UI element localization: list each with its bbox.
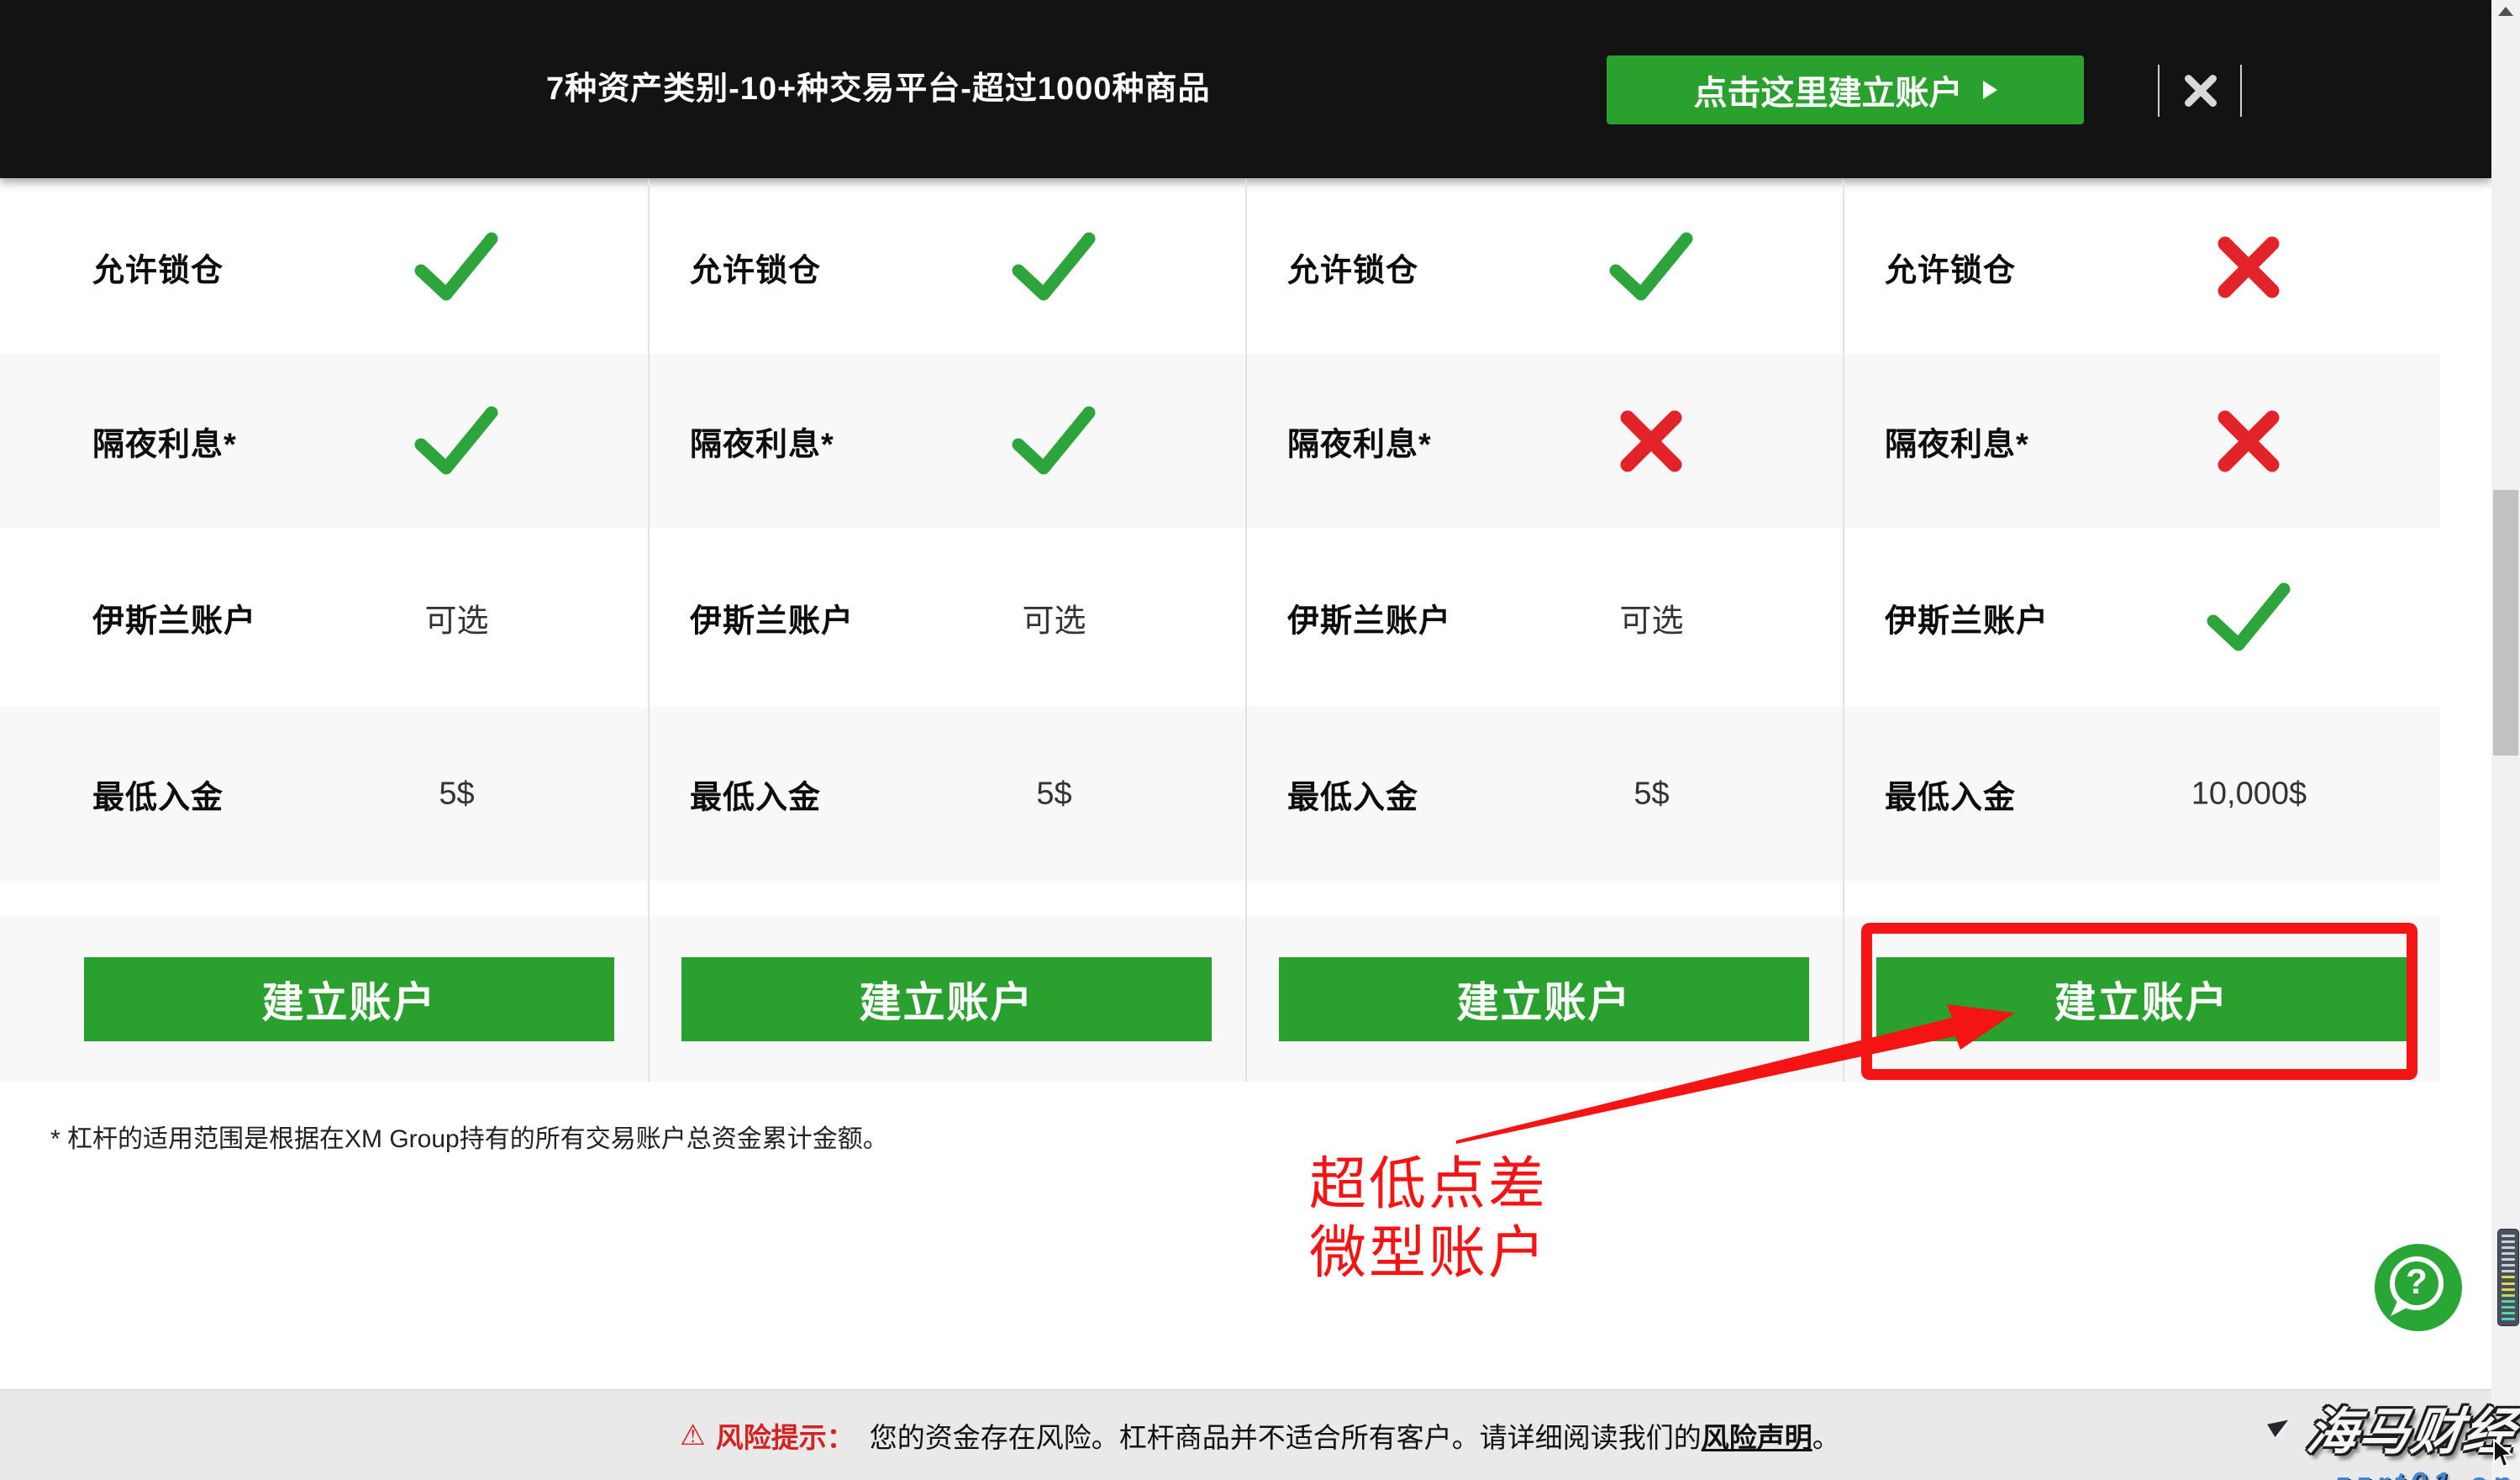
cta-label: 点击这里建立账户 xyxy=(1693,75,1963,112)
annotation-line: 超低点差 xyxy=(1309,1152,1549,1216)
row-label: 伊斯兰账户 xyxy=(92,603,257,639)
check-icon xyxy=(413,404,500,478)
scrollbar-up-arrow[interactable] xyxy=(2498,7,2513,16)
row-label: 允许锁仓 xyxy=(1885,253,2017,288)
row-label: 允许锁仓 xyxy=(690,253,822,288)
marker-line xyxy=(2502,1299,2515,1303)
row-label: 伊斯兰账户 xyxy=(1885,603,2049,639)
marker-line xyxy=(2502,1258,2515,1261)
cell-value: 可选 xyxy=(1022,603,1086,639)
row-label: 隔夜利息* xyxy=(1287,427,1432,462)
table-row: 隔夜利息* xyxy=(50,354,648,528)
table-row: 隔夜利息* xyxy=(648,354,1245,528)
table-row: 允许锁仓 xyxy=(50,180,648,354)
cross-icon xyxy=(2213,232,2284,303)
marker-line xyxy=(2502,1311,2515,1314)
risk-warning-bar: ⚠ 风险提示： 您的资金存在风险。杠杆商品并不适合所有客户。请详细阅读我们的 风… xyxy=(0,1389,2520,1480)
cell-value: 5$ xyxy=(1634,776,1670,811)
row-label: 最低入金 xyxy=(1287,780,1419,815)
row-label: 隔夜利息* xyxy=(1885,427,2029,462)
cross-icon xyxy=(1616,406,1686,477)
row-label: 最低入金 xyxy=(1885,780,2017,815)
account-column-3: 允许锁仓 隔夜利息* 伊斯兰账户 可选 最低入金 5$ 建立账户 xyxy=(1245,180,1843,1082)
topbar-divider xyxy=(2240,65,2242,117)
table-row: 伊斯兰账户 可选 xyxy=(50,528,648,707)
risk-warning-text: 您的资金存在风险。杠杆商品并不适合所有客户。请详细阅读我们的 xyxy=(869,1421,1702,1453)
leverage-footnote: * 杠杆的适用范围是根据在XM Group持有的所有交易账户总资金累计金额。 xyxy=(50,1125,888,1153)
table-row: 伊斯兰账户 可选 xyxy=(648,528,1245,707)
marker-line xyxy=(2502,1305,2515,1309)
table-row: 伊斯兰账户 可选 xyxy=(1245,528,1843,707)
marker-line xyxy=(2502,1270,2515,1273)
row-label: 最低入金 xyxy=(690,780,822,815)
row-label: 允许锁仓 xyxy=(1287,253,1419,288)
table-row: 隔夜利息* xyxy=(1843,354,2440,528)
cell-value: 可选 xyxy=(424,603,489,639)
create-account-button-3[interactable]: 建立账户 xyxy=(1279,957,1809,1041)
table-row: 允许锁仓 xyxy=(648,180,1245,354)
cell-value: 5$ xyxy=(1036,776,1072,811)
marker-line xyxy=(2502,1240,2515,1244)
table-row: 隔夜利息* xyxy=(1245,354,1843,528)
annotation-line: 微型账户 xyxy=(1309,1221,1549,1285)
create-account-button-4[interactable]: 建立账户 xyxy=(1876,957,2407,1041)
marker-line xyxy=(2502,1235,2515,1237)
marker-line xyxy=(2502,1317,2515,1320)
check-icon xyxy=(1010,230,1097,304)
close-button[interactable] xyxy=(2178,68,2223,113)
svg-text:?: ? xyxy=(2406,1261,2428,1301)
check-icon xyxy=(1607,230,1695,304)
risk-warning-label: 风险提示： xyxy=(715,1421,855,1453)
promo-topbar: 7种资产类别-10+种交易平台-超过1000种商品 点击这里建立账户 xyxy=(0,0,2491,178)
warning-triangle-icon: ⚠ xyxy=(680,1419,706,1451)
marker-line xyxy=(2502,1264,2515,1267)
cross-icon xyxy=(2213,406,2284,477)
marker-line xyxy=(2502,1252,2515,1256)
row-label: 隔夜利息* xyxy=(690,427,834,462)
cell-value: 5$ xyxy=(439,776,475,811)
marker-line xyxy=(2502,1293,2515,1297)
table-row: 最低入金 5$ xyxy=(1245,707,1843,881)
page: 7种资产类别-10+种交易平台-超过1000种商品 点击这里建立账户 允许锁仓 … xyxy=(0,0,2520,1480)
account-column-1: 允许锁仓 隔夜利息* 伊斯兰账户 可选 最低入金 5$ 建立账户 xyxy=(50,180,648,1082)
cell-value: 10,000$ xyxy=(2191,776,2307,811)
create-account-button-1[interactable]: 建立账户 xyxy=(84,957,614,1041)
scrollbar-thumb[interactable] xyxy=(2493,490,2518,756)
row-label: 伊斯兰账户 xyxy=(1287,603,1452,639)
question-bubble-icon: ? xyxy=(2375,1244,2462,1331)
marker-line xyxy=(2502,1288,2515,1291)
row-label: 伊斯兰账户 xyxy=(690,603,855,639)
table-row: 最低入金 10,000$ xyxy=(1843,707,2440,881)
promo-headline: 7种资产类别-10+种交易平台-超过1000种商品 xyxy=(546,71,1211,107)
marker-line xyxy=(2502,1282,2515,1285)
table-row: 允许锁仓 xyxy=(1245,180,1843,354)
account-column-4: 允许锁仓 隔夜利息* 伊斯兰账户 最低入金 10,000$ 建立账户 xyxy=(1843,180,2440,1082)
play-arrow-icon xyxy=(1982,81,1997,99)
cell-value: 可选 xyxy=(1619,603,1684,639)
scroll-marker-widget xyxy=(2497,1229,2519,1326)
table-row: 最低入金 5$ xyxy=(50,707,648,881)
help-chat-button[interactable]: ? xyxy=(2375,1244,2462,1331)
check-icon xyxy=(2205,581,2292,655)
topbar-divider xyxy=(2158,65,2160,117)
check-icon xyxy=(413,230,500,304)
annotation-text: 超低点差 微型账户 xyxy=(1309,1150,1548,1288)
table-row: 最低入金 5$ xyxy=(648,707,1245,881)
row-label: 隔夜利息* xyxy=(92,427,237,462)
create-account-button-2[interactable]: 建立账户 xyxy=(681,957,1212,1041)
table-row: 伊斯兰账户 xyxy=(1843,528,2440,707)
row-label: 允许锁仓 xyxy=(92,253,224,288)
table-row: 允许锁仓 xyxy=(1843,180,2440,354)
open-account-cta-button[interactable]: 点击这里建立账户 xyxy=(1607,55,2084,124)
risk-statement-link[interactable]: 风险声明 xyxy=(1702,1415,1812,1456)
account-column-2: 允许锁仓 隔夜利息* 伊斯兰账户 可选 最低入金 5$ 建立账户 xyxy=(648,180,1245,1082)
check-icon xyxy=(1010,404,1097,478)
marker-line xyxy=(2502,1246,2515,1250)
marker-line xyxy=(2502,1276,2515,1279)
risk-warning-period: 。 xyxy=(1812,1421,1840,1453)
row-label: 最低入金 xyxy=(92,780,224,815)
